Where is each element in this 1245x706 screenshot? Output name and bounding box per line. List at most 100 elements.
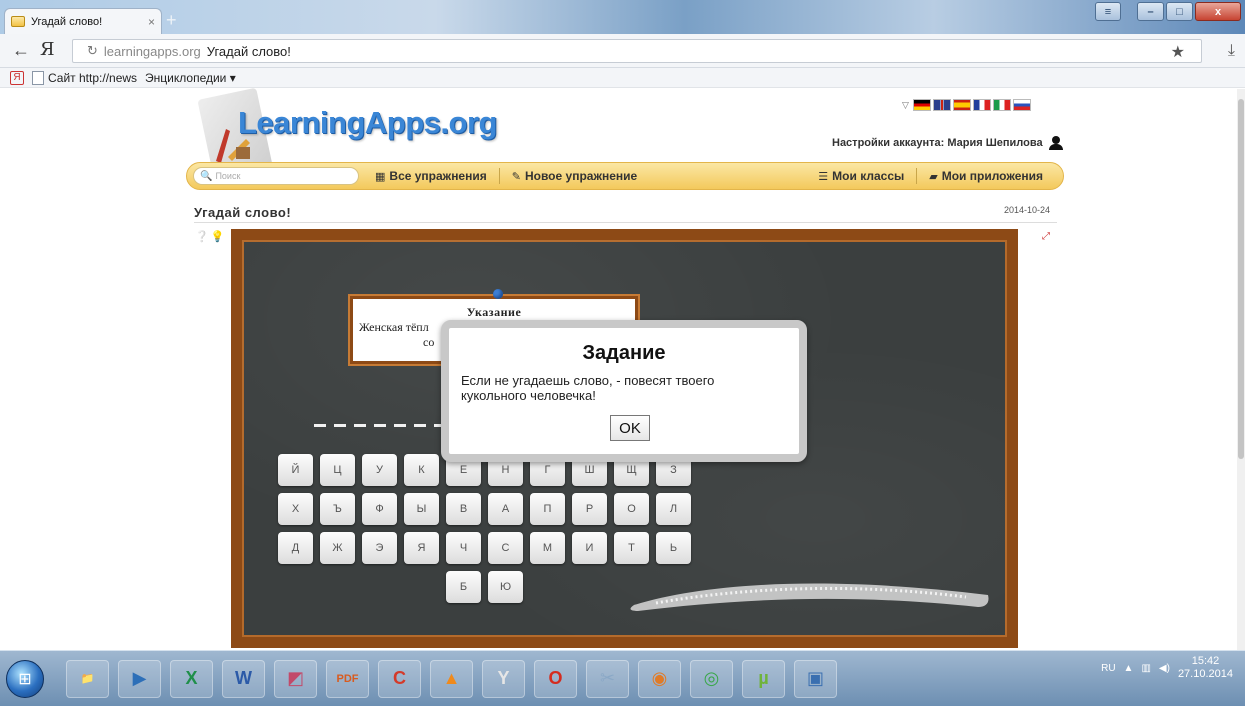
language-indicator[interactable]: RU bbox=[1101, 663, 1115, 674]
download-icon[interactable]: ⤓ bbox=[1228, 42, 1235, 60]
exercise-title: Угадай слово! bbox=[194, 205, 292, 220]
browser-tab[interactable]: Угадай слово! × bbox=[4, 8, 162, 34]
letter-key[interactable]: О bbox=[614, 493, 649, 525]
language-selector[interactable]: ▽ bbox=[902, 99, 1031, 111]
taskbar-word-icon[interactable]: W bbox=[222, 659, 265, 698]
network-icon[interactable]: ▥ bbox=[1141, 663, 1150, 674]
letter-key[interactable]: У bbox=[362, 454, 397, 486]
start-button[interactable]: ⊞ bbox=[6, 659, 44, 698]
menu-my-classes[interactable]: ☰ Мои классы bbox=[806, 163, 916, 189]
letter-key[interactable]: Ж bbox=[320, 532, 355, 564]
letter-key[interactable]: Й bbox=[278, 454, 313, 486]
flag-it-icon[interactable] bbox=[992, 99, 1011, 111]
menu-all-exercises[interactable]: ▦ Все упражнения bbox=[363, 163, 499, 189]
flag-ru-icon[interactable] bbox=[1012, 99, 1031, 111]
flag-es-icon[interactable] bbox=[952, 99, 971, 111]
letter-key[interactable]: Я bbox=[404, 532, 439, 564]
clock-time: 15:42 bbox=[1191, 655, 1220, 667]
letter-key[interactable]: Л bbox=[656, 493, 691, 525]
account-settings-link[interactable]: Настройки аккаунта: Мария Шепилова bbox=[832, 136, 1063, 150]
letter-key[interactable]: Ы bbox=[404, 493, 439, 525]
browser-menu-button[interactable]: ≡ bbox=[1095, 2, 1121, 21]
letter-key[interactable]: П bbox=[530, 493, 565, 525]
tab-close-icon[interactable]: × bbox=[148, 15, 155, 29]
bookmark-news[interactable]: Сайт http://news bbox=[32, 70, 137, 85]
hint-bulb-icon[interactable]: 💡 bbox=[211, 230, 225, 243]
tray-expand-icon[interactable]: ▲ bbox=[1124, 663, 1134, 674]
taskbar-explorer-icon[interactable]: 📁 bbox=[66, 659, 109, 698]
back-arrow-icon[interactable]: ← bbox=[12, 40, 30, 61]
flag-uk-icon[interactable] bbox=[932, 99, 951, 111]
exercise-tools: ❔ 💡 bbox=[195, 230, 224, 243]
letter-key[interactable]: Ю bbox=[488, 571, 523, 603]
letter-key[interactable]: Т bbox=[614, 532, 649, 564]
flag-fr-icon[interactable] bbox=[972, 99, 991, 111]
clock[interactable]: 15:42 27.10.2014 bbox=[1178, 655, 1233, 681]
site-search-input[interactable]: 🔍 Поиск bbox=[193, 167, 359, 185]
reload-icon[interactable]: ↻ bbox=[87, 43, 98, 59]
taskbar-opera-icon[interactable]: O bbox=[534, 659, 577, 698]
task-dialog: Задание Если не угадаешь слово, - повеся… bbox=[441, 320, 807, 462]
taskbar-yandex-browser-icon[interactable]: Y bbox=[482, 659, 525, 698]
site-logo[interactable]: LearningApps.org bbox=[238, 105, 497, 141]
bookmark-star-icon[interactable]: ★ bbox=[1171, 42, 1185, 62]
letter-slot bbox=[414, 424, 426, 427]
letter-key[interactable]: Ч bbox=[446, 532, 481, 564]
letter-key[interactable]: С bbox=[488, 532, 523, 564]
menu-new-exercise[interactable]: ✎ Новое упражнение bbox=[500, 163, 649, 189]
maximize-button[interactable]: □ bbox=[1166, 2, 1193, 21]
letter-slot bbox=[314, 424, 326, 427]
taskbar-utorrent-icon[interactable]: µ bbox=[742, 659, 785, 698]
clock-date: 27.10.2014 bbox=[1177, 668, 1233, 680]
language-dropdown-icon[interactable]: ▽ bbox=[902, 100, 909, 111]
taskbar-photo-viewer-icon[interactable]: ◩ bbox=[274, 659, 317, 698]
letter-key[interactable]: Р bbox=[572, 493, 607, 525]
volume-icon[interactable]: ◀) bbox=[1159, 663, 1170, 674]
url-field[interactable]: ↻ learningapps.org Угадай слово! ★ bbox=[72, 39, 1202, 63]
letter-key[interactable]: В bbox=[446, 493, 481, 525]
taskbar-vlc-icon[interactable]: ▲ bbox=[430, 659, 473, 698]
url-page-title: Угадай слово! bbox=[206, 43, 291, 59]
letter-key[interactable]: Ъ bbox=[320, 493, 355, 525]
yandex-bookmark-icon[interactable]: Я bbox=[10, 70, 24, 85]
ok-button[interactable]: OK bbox=[610, 415, 650, 441]
letter-key[interactable]: Х bbox=[278, 493, 313, 525]
letter-key[interactable]: Б bbox=[446, 571, 481, 603]
letter-key[interactable]: И bbox=[572, 532, 607, 564]
fullscreen-icon[interactable]: ⤢ bbox=[1040, 231, 1052, 243]
new-tab-button[interactable]: + bbox=[166, 10, 177, 31]
letter-key[interactable]: Э bbox=[362, 532, 397, 564]
chalk-stroke-graphic bbox=[630, 583, 989, 611]
yandex-home-button[interactable]: Я bbox=[40, 39, 55, 60]
taskbar-excel-icon[interactable]: X bbox=[170, 659, 213, 698]
taskbar-pdf-icon[interactable]: PDF bbox=[326, 659, 369, 698]
letter-key[interactable]: К bbox=[404, 454, 439, 486]
help-icon[interactable]: ❔ bbox=[195, 230, 209, 243]
menu-my-apps[interactable]: ▰ Мои приложения bbox=[917, 163, 1055, 189]
bookmarks-bar: Я Сайт http://news Энциклопедии ▾ bbox=[0, 68, 1245, 88]
taskbar-firefox-icon[interactable]: ◉ bbox=[638, 659, 681, 698]
bookmark-encyclopedias-folder[interactable]: Энциклопедии ▾ bbox=[145, 71, 236, 85]
user-icon[interactable] bbox=[1048, 136, 1063, 150]
site-menubar: 🔍 Поиск ▦ Все упражнения ✎ Новое упражне… bbox=[186, 162, 1064, 190]
menu-new-exercise-label: Новое упражнение bbox=[524, 169, 638, 183]
taskbar-paint-icon[interactable]: ✂ bbox=[586, 659, 629, 698]
window-titlebar: Угадай слово! × + ≡ – □ x bbox=[0, 0, 1245, 34]
scrollbar-thumb[interactable] bbox=[1238, 99, 1244, 459]
page-scrollbar[interactable] bbox=[1237, 89, 1245, 650]
taskbar-ccleaner-icon[interactable]: C bbox=[378, 659, 421, 698]
letter-key[interactable]: Ь bbox=[656, 532, 691, 564]
close-window-button[interactable]: x bbox=[1195, 2, 1241, 21]
letter-key[interactable]: Ф bbox=[362, 493, 397, 525]
letter-key[interactable]: Д bbox=[278, 532, 313, 564]
taskbar-chrome-icon[interactable]: ◎ bbox=[690, 659, 733, 698]
minimize-button[interactable]: – bbox=[1137, 2, 1164, 21]
url-host: learningapps.org bbox=[103, 43, 201, 59]
letter-key[interactable]: М bbox=[530, 532, 565, 564]
letter-key[interactable]: А bbox=[488, 493, 523, 525]
letter-key[interactable]: Ц bbox=[320, 454, 355, 486]
letter-slot bbox=[374, 424, 386, 427]
taskbar-picture-manager-icon[interactable]: ▣ bbox=[794, 659, 837, 698]
flag-de-icon[interactable] bbox=[912, 99, 931, 111]
taskbar-media-player-icon[interactable]: ▶ bbox=[118, 659, 161, 698]
